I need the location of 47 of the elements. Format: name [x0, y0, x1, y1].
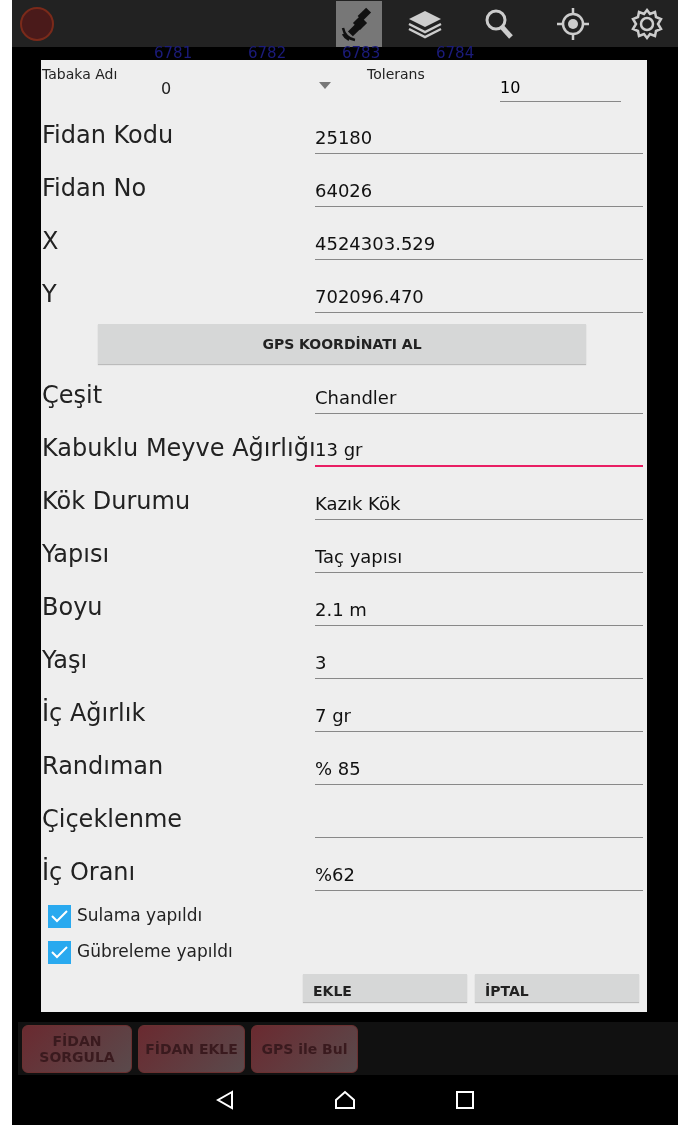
input-field[interactable]: 13 gr [315, 428, 643, 467]
map-label: 6783 [342, 43, 381, 64]
field-label: Tabaka Adı [42, 65, 118, 84]
input-field[interactable]: Taç yapısı [315, 534, 643, 573]
field-label: Y [41, 278, 58, 310]
home-icon[interactable] [334, 1090, 356, 1110]
input-field[interactable]: 3 [315, 640, 643, 679]
field-label: Çiçeklenme [41, 803, 184, 835]
checkbox-label: Gübreleme yapıldı [77, 940, 233, 964]
caret-icon [319, 81, 331, 89]
field-label: Kabuklu Meyve Ağırlığı [41, 432, 315, 464]
dialog-button[interactable]: İPTAL [475, 974, 639, 1002]
checkbox-label: Sulama yapıldı [77, 904, 203, 928]
input-field[interactable]: 25180 [315, 115, 643, 154]
field-label: Tolerans [367, 65, 425, 84]
input-field[interactable]: % 85 [315, 746, 643, 785]
input-field[interactable]: %62 [315, 852, 643, 891]
input-field[interactable]: 2.1 m [315, 587, 643, 626]
layer-dropdown[interactable]: 0 [161, 70, 331, 100]
input-field[interactable]: Kazık Kök [315, 481, 643, 520]
field-label: Randıman [41, 750, 165, 782]
field-label: Kök Durumu [41, 485, 192, 517]
field-label: X [41, 225, 60, 257]
field-label: İç Oranı [41, 856, 137, 888]
map-label: 6784 [436, 43, 475, 64]
input-field[interactable]: 4524303.529 [315, 221, 643, 260]
tolerance-field[interactable]: 10 [500, 74, 621, 102]
satellite-icon[interactable] [336, 0, 382, 47]
dialog-button[interactable]: EKLE [303, 974, 467, 1002]
map-label: 6782 [248, 43, 287, 64]
field-label: Çeşit [41, 379, 104, 411]
input-field[interactable]: 702096.470 [315, 274, 643, 313]
checkbox[interactable] [48, 940, 71, 964]
input-field[interactable]: Chandler [315, 375, 643, 414]
input-field[interactable]: 7 gr [315, 693, 643, 732]
field-label: Fidan No [41, 172, 148, 204]
recents-icon[interactable] [456, 1091, 474, 1109]
map-label: 6781 [154, 43, 193, 64]
checkbox[interactable] [48, 904, 71, 928]
field-label: Boyu [41, 591, 104, 623]
input-field[interactable]: 64026 [315, 168, 643, 207]
field-label: İç Ağırlık [41, 697, 147, 729]
field-label: Yapısı [41, 538, 111, 570]
gps-button[interactable]: GPS KOORDİNATI AL [98, 324, 586, 364]
field-label: Fidan Kodu [41, 119, 175, 151]
field-label: Yaşı [41, 644, 89, 676]
back-icon[interactable] [216, 1090, 234, 1110]
